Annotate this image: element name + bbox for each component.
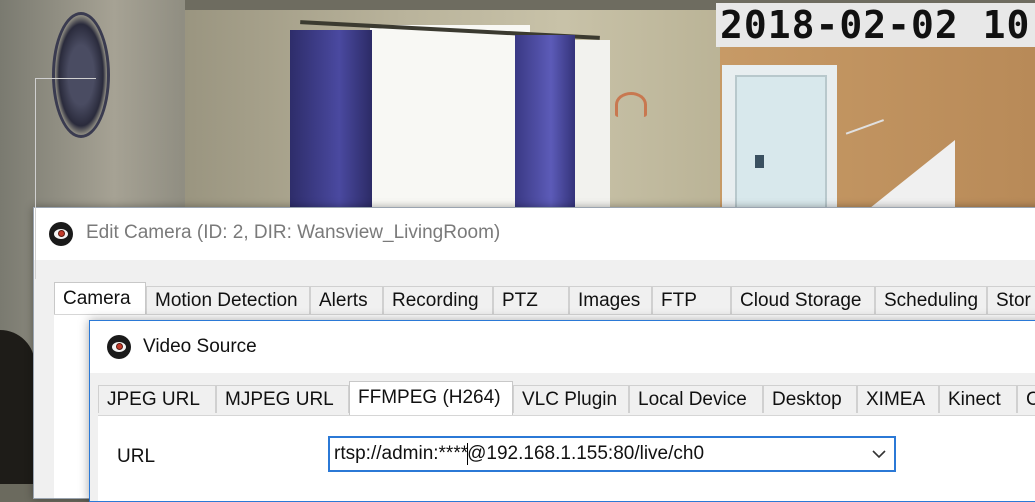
url-input-text[interactable]: rtsp://admin:****@192.168.1.155:80/live/… <box>334 438 704 470</box>
feed-curtain-left <box>290 30 372 210</box>
tab-scheduling[interactable]: Scheduling <box>875 286 987 314</box>
feed-window <box>370 25 530 210</box>
camera-groupbox-frame <box>35 78 96 279</box>
tab-mjpeg-url[interactable]: MJPEG URL <box>216 385 349 413</box>
feed-door-handle <box>755 155 764 168</box>
edit-camera-title: Edit Camera (ID: 2, DIR: Wansview_Living… <box>86 222 501 243</box>
tab-cloud-storage[interactable]: Cloud Storage <box>731 286 875 314</box>
tab-alerts[interactable]: Alerts <box>310 286 383 314</box>
edit-camera-titlebar[interactable]: Edit Camera (ID: 2, DIR: Wansview_Living… <box>34 208 1035 260</box>
video-source-title: Video Source <box>143 336 257 357</box>
url-label: URL <box>117 446 156 467</box>
tab-ffmpeg-h264[interactable]: FFMPEG (H264) <box>349 381 513 415</box>
tab-motion-detection[interactable]: Motion Detection <box>146 286 310 314</box>
tab-images[interactable]: Images <box>569 286 652 314</box>
feed-chair <box>0 330 35 484</box>
tab-ximea[interactable]: XIMEA <box>857 385 939 413</box>
video-source-window: Video Source JPEG URL MJPEG URL FFMPEG (… <box>89 320 1035 502</box>
feed-curtain-right <box>515 35 575 210</box>
tab-vlc-plugin[interactable]: VLC Plugin <box>513 385 629 413</box>
tab-recording[interactable]: Recording <box>383 286 493 314</box>
feed-wall-hook <box>615 92 647 117</box>
tab-jpeg-url[interactable]: JPEG URL <box>98 385 216 413</box>
feed-door <box>735 75 827 220</box>
tab-kinect[interactable]: Kinect <box>939 385 1017 413</box>
tab-ftp[interactable]: FTP <box>652 286 731 314</box>
tab-storage[interactable]: Stor <box>987 286 1035 314</box>
tab-more[interactable]: C <box>1017 385 1035 413</box>
url-value-part2: @192.168.1.155:80/live/ch0 <box>467 443 705 464</box>
tab-camera[interactable]: Camera <box>54 282 146 316</box>
tab-ptz[interactable]: PTZ <box>493 286 569 314</box>
tab-local-device[interactable]: Local Device <box>629 385 763 413</box>
tab-desktop[interactable]: Desktop <box>763 385 857 413</box>
video-source-titlebar[interactable]: Video Source <box>90 321 1035 373</box>
url-combobox[interactable]: rtsp://admin:****@192.168.1.155:80/live/… <box>328 436 896 472</box>
chevron-down-icon[interactable] <box>870 445 888 463</box>
camera-timestamp-overlay: 2018-02-02 10:5 <box>716 3 1035 47</box>
app-eye-icon <box>107 335 131 359</box>
url-value-part1: rtsp://admin:**** <box>334 443 469 464</box>
